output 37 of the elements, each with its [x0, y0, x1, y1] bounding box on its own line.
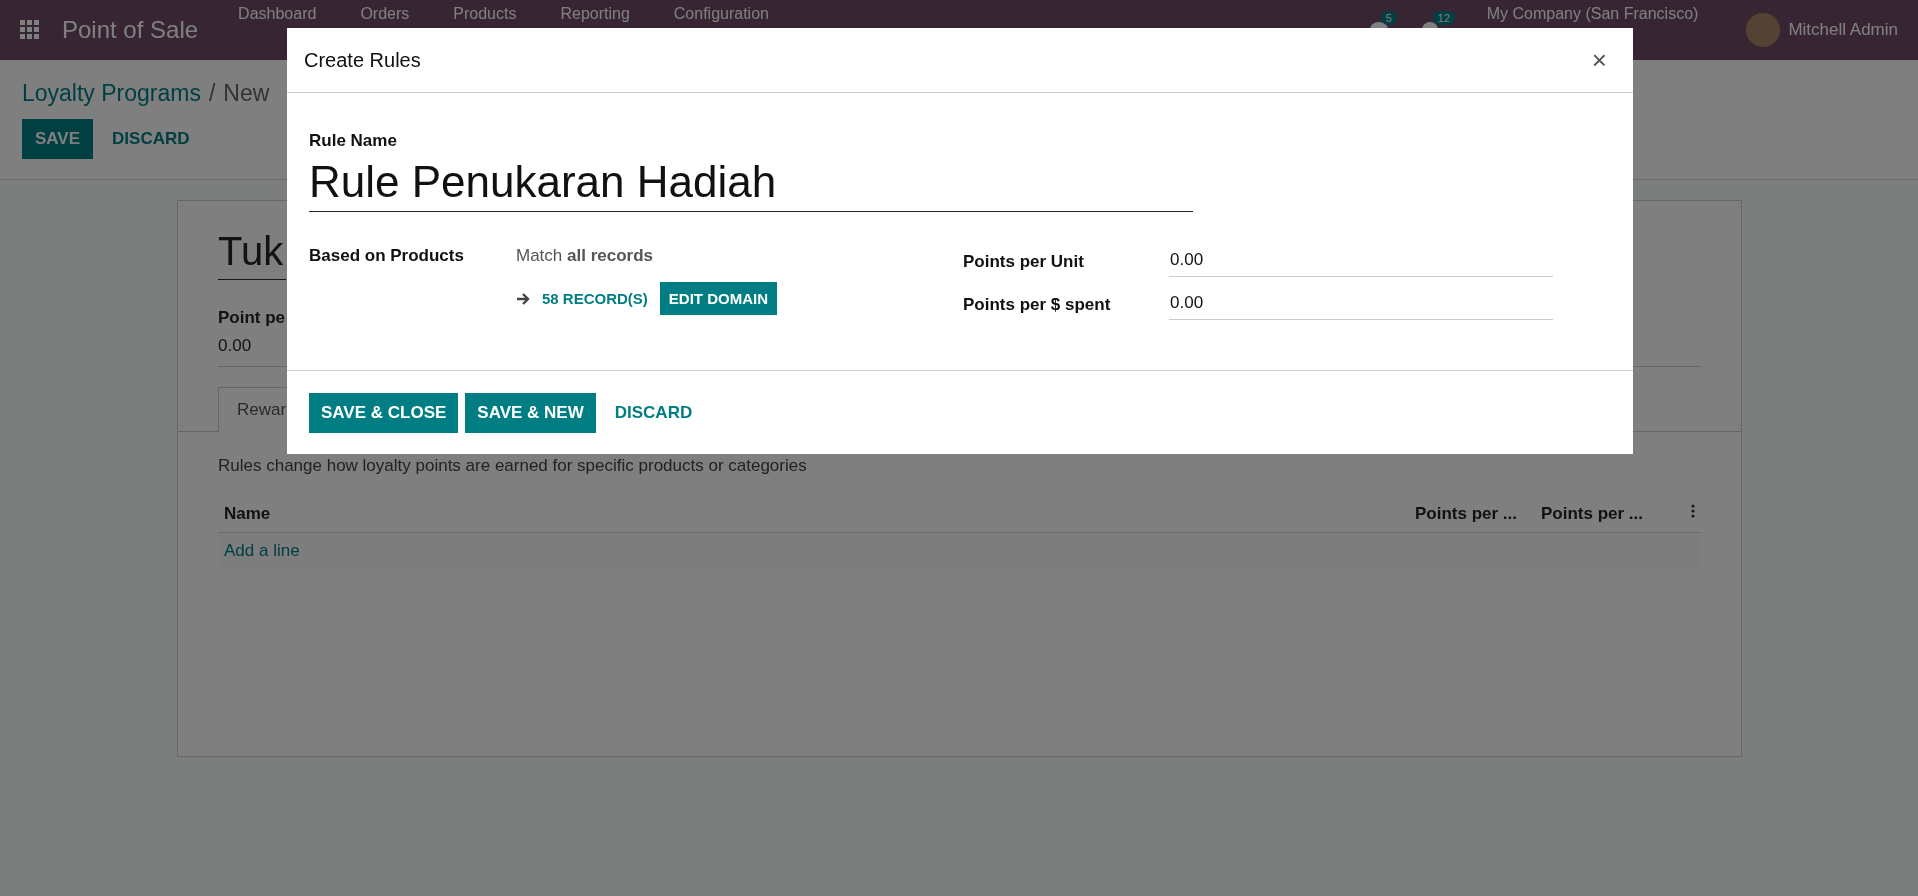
app-name: Point of Sale [62, 16, 199, 44]
add-line-link[interactable]: Add a line [224, 541, 300, 560]
apps-menu-icon[interactable] [20, 20, 40, 40]
arrow-right-icon [516, 291, 530, 306]
edit-domain-button[interactable]: EDIT DOMAIN [659, 282, 778, 315]
field-label: Points per Unit [963, 251, 1085, 272]
user-name[interactable]: Mitchell Admin [1788, 20, 1898, 40]
program-name-field[interactable]: Tuk [218, 227, 286, 280]
menu-item[interactable]: Reporting [560, 5, 630, 23]
save-button[interactable]: SAVE & CLOSE [309, 393, 459, 433]
activity-count: 12 [1432, 11, 1455, 25]
close-button[interactable]: × [1585, 43, 1613, 77]
breadcrumb-link[interactable]: Loyalty Programs [22, 80, 201, 107]
company-name[interactable]: My Company (San Francisco) [1486, 5, 1699, 23]
records-link[interactable]: 58 RECORD(S) [542, 290, 648, 307]
menu-item[interactable]: Products [453, 5, 517, 23]
breadcrumb-current: New [223, 80, 270, 107]
field-label: Rule Name [309, 131, 398, 151]
column-header: Points per ... [1415, 504, 1519, 524]
dialog-title: Create Rules [304, 48, 421, 72]
save-button[interactable]: SAVE & NEW [465, 393, 596, 433]
discard-button[interactable]: DISCARD [99, 119, 203, 159]
domain-summary: Match all records [516, 246, 655, 266]
description-text: Rules change how loyalty points are earned for specific products or categories [218, 456, 808, 476]
menu-item[interactable]: Orders [360, 5, 410, 23]
message-count: 5 [1380, 11, 1397, 25]
field-label: Points per $ spent [963, 294, 1112, 315]
field-label: Point pe [218, 308, 286, 328]
field-label: Based on Products [309, 246, 465, 266]
save-button[interactable]: SAVE [22, 119, 94, 159]
menu-item[interactable]: Dashboard [238, 5, 317, 23]
breadcrumb-separator: / [208, 80, 216, 107]
discard-button[interactable]: DISCARD [602, 393, 705, 433]
column-header: Points per ... [1541, 504, 1645, 524]
kebab-menu-icon[interactable] [1691, 504, 1695, 518]
menu-item[interactable]: Configuration [673, 5, 769, 23]
column-header: Name [224, 504, 272, 524]
